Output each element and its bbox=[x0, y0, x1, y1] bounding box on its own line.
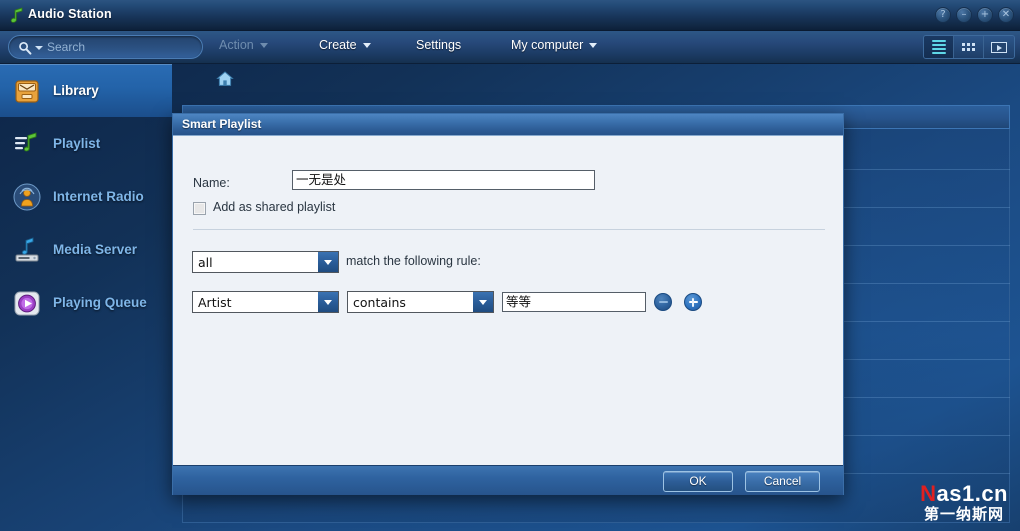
smart-playlist-dialog: Smart Playlist Name: 一无是处 Add as shared … bbox=[172, 113, 844, 495]
watermark-accent-letter: N bbox=[920, 481, 937, 506]
list-view-button[interactable] bbox=[924, 36, 954, 58]
cancel-button[interactable]: Cancel bbox=[745, 471, 820, 492]
shared-playlist-label: Add as shared playlist bbox=[213, 200, 336, 214]
watermark-line1: Nas1.cn bbox=[920, 482, 1008, 506]
help-button[interactable]: ? bbox=[935, 7, 951, 23]
window-titlebar: Audio Station ? – + ✕ bbox=[0, 0, 1020, 31]
watermark-line2: 第一纳斯网 bbox=[924, 506, 1005, 523]
main-toolbar: Search Action Create Settings My compute… bbox=[0, 31, 1020, 64]
minus-icon bbox=[658, 301, 668, 303]
search-input[interactable]: Search bbox=[8, 35, 203, 59]
playlist-icon bbox=[12, 129, 42, 159]
maximize-icon: + bbox=[980, 9, 990, 20]
sidebar-item-media-server[interactable]: Media Server bbox=[0, 223, 172, 276]
close-icon: ✕ bbox=[1001, 9, 1011, 20]
search-placeholder: Search bbox=[47, 40, 86, 54]
rule-operator-value: contains bbox=[353, 294, 406, 310]
toolbar-menu-my-computer-label: My computer bbox=[511, 38, 584, 52]
chevron-down-icon[interactable] bbox=[473, 292, 493, 312]
close-button[interactable]: ✕ bbox=[998, 7, 1014, 23]
minimize-icon: – bbox=[961, 9, 967, 20]
watermark: Nas1.cn 第一纳斯网 bbox=[920, 482, 1008, 524]
toolbar-menu-action-label: Action bbox=[219, 38, 254, 52]
player-view-button[interactable] bbox=[984, 36, 1014, 58]
home-icon[interactable] bbox=[216, 70, 234, 88]
dialog-title: Smart Playlist bbox=[182, 117, 262, 131]
name-label: Name: bbox=[193, 176, 230, 190]
playing-queue-icon bbox=[12, 288, 42, 318]
sidebar-item-internet-radio[interactable]: Internet Radio bbox=[0, 170, 172, 223]
rule-field-select[interactable]: Artist bbox=[192, 291, 339, 313]
rule-value-input[interactable]: 等等 bbox=[502, 292, 646, 312]
chevron-down-icon bbox=[589, 43, 598, 49]
media-server-icon bbox=[12, 235, 42, 265]
sidebar-item-label: Library bbox=[53, 83, 99, 98]
rule-field-value: Artist bbox=[198, 294, 232, 310]
view-mode-group bbox=[923, 35, 1015, 59]
sidebar-item-label: Media Server bbox=[53, 242, 138, 257]
list-icon bbox=[931, 40, 946, 54]
match-mode-select[interactable]: all bbox=[192, 251, 339, 273]
help-icon: ? bbox=[940, 9, 946, 20]
chevron-down-icon[interactable] bbox=[318, 292, 338, 312]
maximize-button[interactable]: + bbox=[977, 7, 993, 23]
toolbar-menu-create[interactable]: Create bbox=[319, 38, 371, 58]
search-icon bbox=[18, 41, 32, 55]
toolbar-menu-action[interactable]: Action bbox=[219, 38, 268, 58]
add-rule-button[interactable] bbox=[684, 293, 702, 311]
window-controls: ? – + ✕ bbox=[935, 7, 1014, 23]
media-player-icon bbox=[991, 41, 1007, 53]
grid-view-button[interactable] bbox=[954, 36, 984, 58]
sidebar: Library Playlist Internet Radio Media Se… bbox=[0, 64, 172, 531]
playlist-name-input[interactable]: 一无是处 bbox=[292, 170, 595, 190]
chevron-down-icon bbox=[259, 43, 268, 49]
music-note-icon bbox=[9, 7, 25, 24]
watermark-line1-rest: as1.cn bbox=[936, 481, 1008, 506]
internet-radio-icon bbox=[12, 182, 42, 212]
library-icon bbox=[12, 76, 42, 106]
dialog-titlebar: Smart Playlist bbox=[173, 114, 843, 135]
sidebar-item-label: Playlist bbox=[53, 136, 101, 151]
shared-playlist-checkbox[interactable] bbox=[193, 202, 206, 215]
sidebar-item-label: Internet Radio bbox=[53, 189, 144, 204]
dialog-footer: OK Cancel bbox=[173, 465, 843, 495]
ok-button[interactable]: OK bbox=[663, 471, 733, 492]
remove-rule-button[interactable] bbox=[654, 293, 672, 311]
grid-icon bbox=[961, 43, 976, 51]
sidebar-item-playlist[interactable]: Playlist bbox=[0, 117, 172, 170]
dialog-body: Name: 一无是处 Add as shared playlist all ma… bbox=[173, 135, 843, 465]
match-mode-value: all bbox=[198, 254, 213, 270]
toolbar-menu-settings[interactable]: Settings bbox=[416, 38, 461, 58]
chevron-down-icon bbox=[362, 43, 371, 49]
minimize-button[interactable]: – bbox=[956, 7, 972, 23]
audio-station-window: Audio Station ? – + ✕ Search Action Crea… bbox=[0, 0, 1020, 531]
toolbar-menu-create-label: Create bbox=[319, 38, 357, 52]
rule-operator-select[interactable]: contains bbox=[347, 291, 494, 313]
toolbar-menu-settings-label: Settings bbox=[416, 38, 462, 52]
search-scope-chevron-down-icon[interactable] bbox=[35, 46, 43, 50]
sidebar-item-playing-queue[interactable]: Playing Queue bbox=[0, 276, 172, 329]
sidebar-item-label: Playing Queue bbox=[53, 295, 147, 310]
match-rule-text: match the following rule: bbox=[346, 254, 481, 268]
toolbar-menu-my-computer[interactable]: My computer bbox=[511, 38, 598, 58]
section-divider bbox=[193, 229, 825, 230]
window-title: Audio Station bbox=[28, 7, 112, 21]
chevron-down-icon[interactable] bbox=[318, 252, 338, 272]
sidebar-item-library[interactable]: Library bbox=[0, 64, 172, 117]
